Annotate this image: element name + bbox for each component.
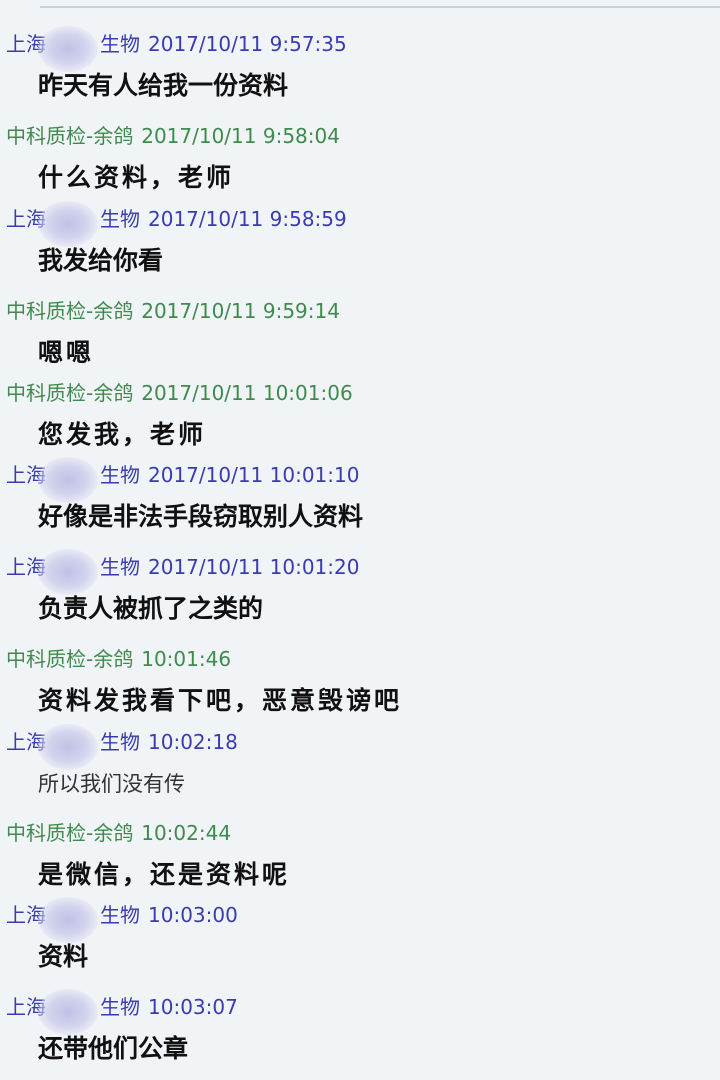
redacted-name-blur [38, 26, 100, 72]
sender-name-suffix[interactable]: 生物 [100, 461, 140, 489]
message-text: 负责人被抓了之类的 [38, 594, 264, 623]
message-header: 上海 生物 10:03:07 [6, 989, 238, 1035]
redacted-name-blur [38, 457, 100, 503]
message-timestamp: 10:03:07 [148, 995, 238, 1019]
message-timestamp: 2017/10/11 9:59:14 [141, 299, 340, 323]
redacted-name-blur [38, 897, 100, 943]
message-header: 中科质检-余鸽 2017/10/11 9:58:04 [6, 122, 340, 150]
message-header: 上海 生物 2017/10/11 9:57:35 [6, 26, 347, 72]
message-text: 好像是非法手段窃取别人资料 [38, 502, 364, 531]
message-text: 是微信，还是资料呢 [38, 860, 291, 889]
message-header: 中科质检-余鸽 10:01:46 [6, 645, 231, 673]
chat-log[interactable]: 上海 生物 2017/10/11 9:57:35 昨天有人给我一份资料 中科质检-余鸽 2… [0, 0, 720, 1080]
message-header: 上海 生物 10:02:18 [6, 724, 238, 770]
sender-name[interactable]: 中科质检-余鸽 [6, 297, 133, 325]
message-timestamp: 10:01:46 [141, 647, 232, 671]
sender-name[interactable]: 中科质检-余鸽 [6, 819, 133, 847]
message-header: 中科质检-余鸽 10:02:44 [6, 819, 231, 847]
message-header: 上海 生物 2017/10/11 9:58:59 [6, 201, 347, 247]
message-header: 上海 生物 10:03:00 [6, 897, 238, 943]
redacted-name-blur [38, 724, 100, 770]
sender-name[interactable]: 中科质检-余鸽 [6, 645, 133, 673]
message-header: 上海 生物 2017/10/11 10:01:10 [6, 457, 360, 503]
sender-name-suffix[interactable]: 生物 [100, 993, 140, 1021]
message-text: 您发我，老师 [38, 420, 207, 449]
redacted-name-blur [38, 989, 100, 1035]
message-timestamp: 2017/10/11 9:57:35 [148, 32, 347, 56]
message-timestamp: 10:02:44 [141, 821, 232, 845]
sender-name-suffix[interactable]: 生物 [100, 30, 140, 58]
message-header: 中科质检-余鸽 2017/10/11 9:59:14 [6, 297, 340, 325]
message-text: 我发给你看 [38, 246, 164, 275]
sender-name-suffix[interactable]: 生物 [100, 553, 140, 581]
sender-name-suffix[interactable]: 生物 [100, 205, 140, 233]
sender-name-suffix[interactable]: 生物 [100, 901, 140, 929]
message-timestamp: 2017/10/11 9:58:59 [148, 207, 347, 231]
message-timestamp: 2017/10/11 10:01:10 [148, 463, 360, 487]
message-text: 什么资料，老师 [38, 163, 235, 192]
sender-name[interactable]: 中科质检-余鸽 [6, 122, 133, 150]
sender-name-suffix[interactable]: 生物 [100, 728, 140, 756]
message-text: 昨天有人给我一份资料 [38, 71, 289, 100]
message-header: 上海 生物 2017/10/11 10:01:20 [6, 549, 360, 595]
message-timestamp: 2017/10/11 9:58:04 [141, 124, 340, 148]
redacted-name-blur [38, 549, 100, 595]
message-text: 还带他们公章 [38, 1034, 189, 1063]
message-text: 所以我们没有传 [38, 772, 185, 796]
message-text: 资料发我看下吧，恶意毁谤吧 [38, 686, 403, 715]
message-text: 资料 [38, 942, 89, 971]
message-text: 嗯嗯 [38, 338, 95, 367]
message-header: 中科质检-余鸽 2017/10/11 10:01:06 [6, 379, 353, 407]
sender-name[interactable]: 中科质检-余鸽 [6, 379, 133, 407]
redacted-name-blur [38, 201, 100, 247]
message-timestamp: 10:03:00 [148, 903, 238, 927]
message-timestamp: 2017/10/11 10:01:06 [141, 381, 353, 405]
message-timestamp: 10:02:18 [148, 730, 238, 754]
message-timestamp: 2017/10/11 10:01:20 [148, 555, 360, 579]
